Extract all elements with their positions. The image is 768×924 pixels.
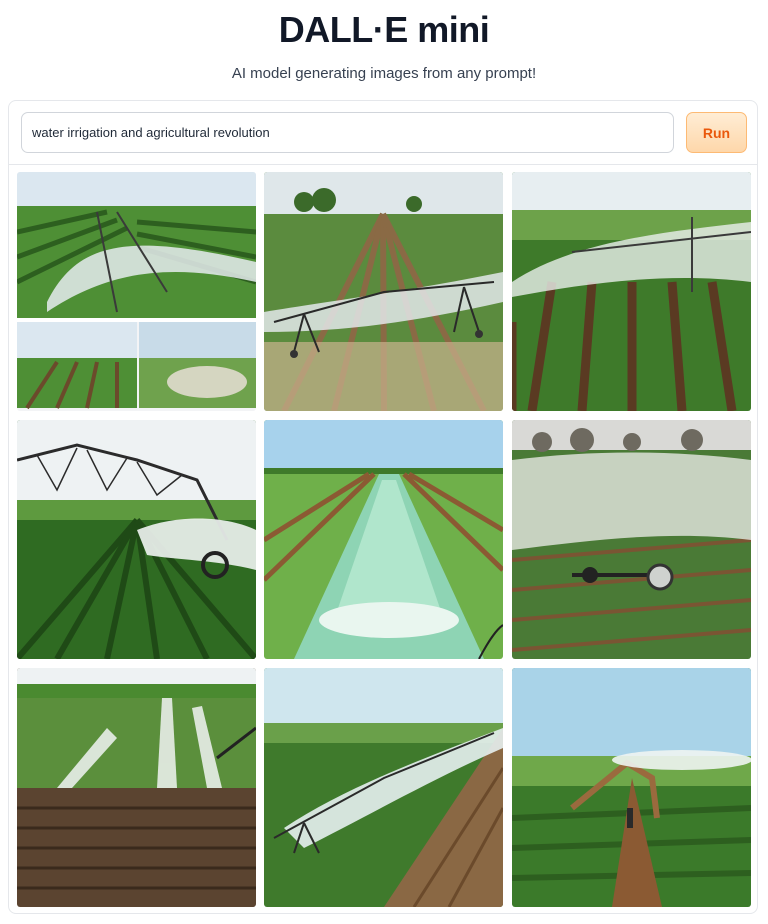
image-gallery — [17, 172, 752, 907]
app-page: DALL·E mini AI model generating images f… — [0, 0, 768, 924]
image-4-graphic — [17, 420, 256, 659]
image-8-graphic — [264, 668, 503, 907]
generated-image-8[interactable] — [264, 668, 503, 907]
generated-image-4[interactable] — [17, 420, 256, 659]
generated-image-2[interactable] — [264, 172, 503, 411]
prompt-input[interactable] — [21, 112, 674, 153]
generated-image-1[interactable] — [17, 172, 256, 411]
generated-image-7[interactable] — [17, 668, 256, 907]
image-9-graphic — [512, 668, 751, 907]
image-1-graphic — [17, 172, 256, 411]
generated-image-6[interactable] — [512, 420, 751, 659]
generated-image-9[interactable] — [512, 668, 751, 907]
prompt-row: Run — [9, 101, 757, 165]
generator-panel: Run — [8, 100, 758, 914]
page-subtitle: AI model generating images from any prom… — [231, 65, 537, 82]
image-7-graphic — [17, 668, 256, 907]
image-5-graphic — [264, 420, 503, 659]
generated-image-3[interactable] — [512, 172, 751, 411]
page-title: DALL·E mini — [278, 9, 490, 50]
run-button[interactable]: Run — [686, 112, 747, 153]
generated-image-5[interactable] — [264, 420, 503, 659]
image-2-graphic — [264, 172, 503, 411]
image-3-graphic — [512, 172, 751, 411]
image-6-graphic — [512, 420, 751, 659]
